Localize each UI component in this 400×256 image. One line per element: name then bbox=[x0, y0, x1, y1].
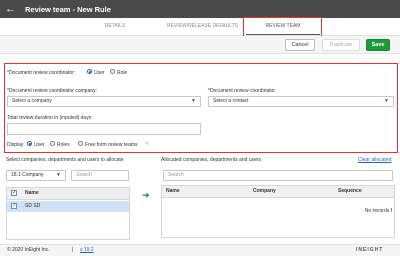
list-item-name: SD SD bbox=[25, 203, 41, 209]
display-option-roles[interactable]: Roles bbox=[50, 141, 70, 148]
radio-user[interactable] bbox=[87, 69, 92, 75]
tab-details[interactable]: DETAILS bbox=[85, 18, 145, 35]
display-option-user[interactable]: User bbox=[27, 141, 45, 148]
save-button[interactable]: Save bbox=[366, 39, 390, 51]
coordinator-label: *Document review coordinator: bbox=[7, 70, 76, 76]
left-search-placeholder: Search bbox=[76, 172, 92, 178]
right-search-placeholder: Search bbox=[168, 172, 184, 178]
right-panel-title: Allocated companies, departments and use… bbox=[161, 157, 262, 163]
page-title: Review team - New Rule bbox=[25, 4, 111, 14]
company-select-value: Select a company bbox=[12, 98, 52, 104]
clear-allocated-link[interactable]: Clear allocated bbox=[358, 157, 391, 163]
contact-select-value: Select a contact bbox=[213, 98, 249, 104]
display-label: Display bbox=[7, 142, 24, 148]
radio-role[interactable] bbox=[110, 69, 115, 75]
footer: © 2020 InEight Inc. | v 19.2 INEIGHT bbox=[0, 244, 400, 256]
coordinator-type-role[interactable]: Role bbox=[110, 69, 127, 76]
radio-display-free-form[interactable] bbox=[78, 141, 83, 147]
pencil-icon[interactable]: ✎ bbox=[145, 141, 149, 147]
footer-separator: | bbox=[72, 247, 74, 253]
row-checkbox[interactable]: ✓ bbox=[11, 203, 17, 209]
select-all-checkbox[interactable]: ✓ bbox=[11, 190, 17, 196]
company-label: *Document review coordinator company: bbox=[7, 88, 98, 94]
contact-select[interactable]: Select a contact ▼ bbox=[208, 96, 394, 107]
chevron-down-icon: ▼ bbox=[56, 172, 61, 178]
allocated-table: Name Company Sequence No records f bbox=[161, 185, 395, 238]
duration-label: Total review duration in (inputed) days bbox=[7, 115, 92, 121]
company-filter-select[interactable]: 18.1 Company ▼ bbox=[6, 170, 66, 181]
left-panel-title: Select companies, departments and users … bbox=[6, 157, 124, 163]
action-bar: Cancel Duplicate Save bbox=[0, 36, 400, 54]
left-list-panel: ✓ Name ✓ SD SD bbox=[6, 187, 130, 240]
display-option-free-form[interactable]: Free form review teams bbox=[78, 141, 138, 148]
ineight-logo: INEIGHT bbox=[356, 247, 384, 253]
company-select[interactable]: Select a company ▼ bbox=[7, 96, 201, 107]
duration-input[interactable] bbox=[7, 123, 201, 135]
duplicate-button[interactable]: Duplicate bbox=[322, 39, 360, 51]
left-list-header: ✓ Name bbox=[7, 188, 129, 200]
copyright-text: © 2020 InEight Inc. bbox=[7, 247, 50, 253]
app-header: ← Review team - New Rule bbox=[0, 0, 400, 18]
move-right-arrow-icon[interactable]: ➔ bbox=[142, 190, 150, 201]
version-link[interactable]: v 19.2 bbox=[80, 245, 94, 256]
form-highlight-box bbox=[4, 63, 398, 153]
chevron-down-icon: ▼ bbox=[191, 98, 196, 104]
tab-bar: DETAILS REVIEW/RELEASE DEFAULTS REVIEW T… bbox=[0, 18, 400, 36]
left-search-input[interactable]: Search bbox=[71, 170, 129, 181]
list-item[interactable]: ✓ SD SD bbox=[7, 201, 129, 212]
cancel-button[interactable]: Cancel bbox=[285, 39, 315, 51]
left-arrow-icon[interactable]: ← bbox=[5, 0, 16, 18]
column-sequence: Sequence bbox=[338, 188, 362, 194]
tab-review-team[interactable]: REVIEW TEAM bbox=[246, 18, 320, 35]
column-company: Company bbox=[253, 188, 276, 194]
radio-display-roles[interactable] bbox=[50, 141, 55, 147]
tab-review-release-defaults[interactable]: REVIEW/RELEASE DEFAULTS bbox=[160, 18, 245, 35]
allocated-table-header: Name Company Sequence bbox=[162, 186, 394, 198]
right-search-input[interactable]: Search bbox=[163, 170, 393, 181]
empty-state-text: No records f bbox=[364, 208, 392, 214]
company-filter-value: 18.1 Company bbox=[11, 172, 44, 178]
coordinator-type-user[interactable]: User bbox=[87, 69, 105, 76]
column-name: Name bbox=[166, 188, 180, 194]
contact-label: *Document review coordinator: bbox=[208, 88, 277, 94]
column-name: Name bbox=[25, 190, 39, 196]
chevron-down-icon: ▼ bbox=[384, 98, 389, 104]
radio-display-user[interactable] bbox=[27, 141, 32, 147]
